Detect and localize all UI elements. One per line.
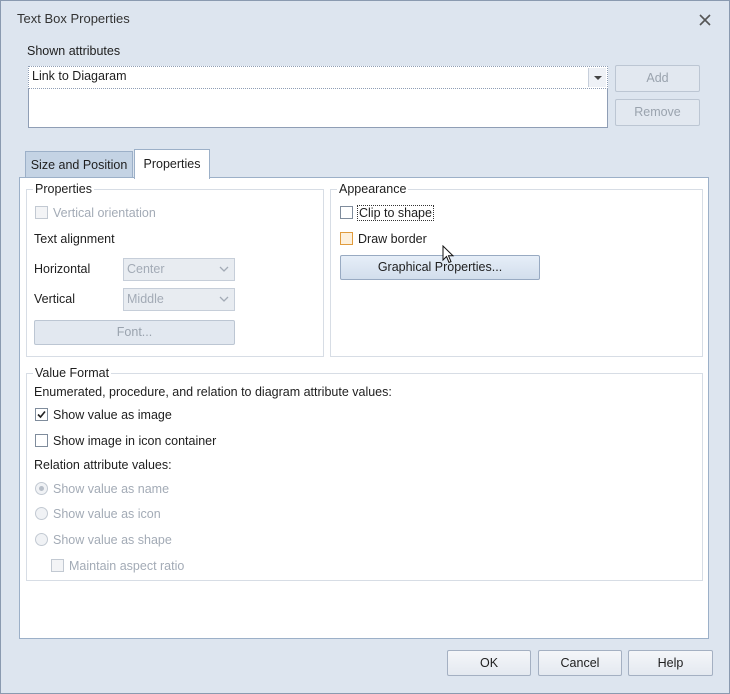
maintain-aspect-ratio-checkbox[interactable]: [51, 559, 64, 572]
mouse-cursor-icon: [442, 244, 456, 265]
chevron-down-icon: [218, 263, 230, 275]
value-format-group-title: Value Format: [33, 366, 112, 380]
add-button[interactable]: Add: [615, 65, 700, 92]
show-value-as-name-radio[interactable]: [35, 482, 48, 495]
show-value-as-image-checkbox[interactable]: [35, 408, 48, 421]
remove-button[interactable]: Remove: [615, 99, 700, 126]
draw-border-label: Draw border: [358, 232, 427, 246]
font-button[interactable]: Font...: [34, 320, 235, 345]
horizontal-alignment-select[interactable]: Center: [123, 258, 235, 281]
appearance-group-title: Appearance: [337, 182, 409, 196]
vertical-alignment-select[interactable]: Middle: [123, 288, 235, 311]
enumerated-values-label: Enumerated, procedure, and relation to d…: [34, 385, 392, 399]
shown-attributes-label: Shown attributes: [27, 44, 121, 58]
clip-to-shape-checkbox[interactable]: [340, 206, 353, 219]
show-value-as-image-label: Show value as image: [53, 408, 172, 422]
vertical-orientation-label: Vertical orientation: [53, 206, 156, 220]
shown-attributes-combo[interactable]: Link to Diagaram: [28, 66, 608, 89]
graphical-properties-button[interactable]: Graphical Properties...: [340, 255, 540, 280]
tab-properties[interactable]: Properties: [134, 149, 210, 179]
show-image-in-icon-container-checkbox[interactable]: [35, 434, 48, 447]
chevron-down-icon: [218, 293, 230, 305]
show-image-in-icon-container-label: Show image in icon container: [53, 434, 217, 448]
relation-attribute-values-label: Relation attribute values:: [34, 458, 172, 472]
text-alignment-label: Text alignment: [34, 232, 115, 246]
title-bar[interactable]: Text Box Properties: [1, 1, 729, 35]
help-button[interactable]: Help: [628, 650, 713, 676]
value-format-group: Value Format: [26, 366, 703, 581]
vertical-orientation-checkbox[interactable]: [35, 206, 48, 219]
vertical-alignment-value: Middle: [127, 292, 164, 306]
clip-to-shape-label: Clip to shape: [357, 205, 434, 221]
close-icon[interactable]: [697, 12, 713, 28]
text-box-properties-dialog: Text Box Properties Shown attributes Lin…: [0, 0, 730, 694]
properties-group-title: Properties: [33, 182, 94, 196]
draw-border-checkbox[interactable]: [340, 232, 353, 245]
horizontal-alignment-value: Center: [127, 262, 165, 276]
horizontal-label: Horizontal: [34, 262, 91, 276]
vertical-label: Vertical: [34, 292, 75, 306]
show-value-as-shape-radio[interactable]: [35, 533, 48, 546]
window-title: Text Box Properties: [17, 11, 130, 26]
show-value-as-shape-label: Show value as shape: [53, 533, 172, 547]
cancel-button[interactable]: Cancel: [538, 650, 622, 676]
ok-button[interactable]: OK: [447, 650, 531, 676]
checkmark-icon: [37, 410, 46, 419]
show-value-as-icon-radio[interactable]: [35, 507, 48, 520]
show-value-as-icon-label: Show value as icon: [53, 507, 161, 521]
show-value-as-name-label: Show value as name: [53, 482, 170, 496]
chevron-down-icon[interactable]: [588, 68, 606, 87]
maintain-aspect-ratio-label: Maintain aspect ratio: [69, 559, 185, 573]
tab-size-and-position[interactable]: Size and Position: [25, 151, 133, 178]
radio-dot-icon: [39, 486, 44, 491]
shown-attributes-value: Link to Diagaram: [32, 69, 127, 83]
